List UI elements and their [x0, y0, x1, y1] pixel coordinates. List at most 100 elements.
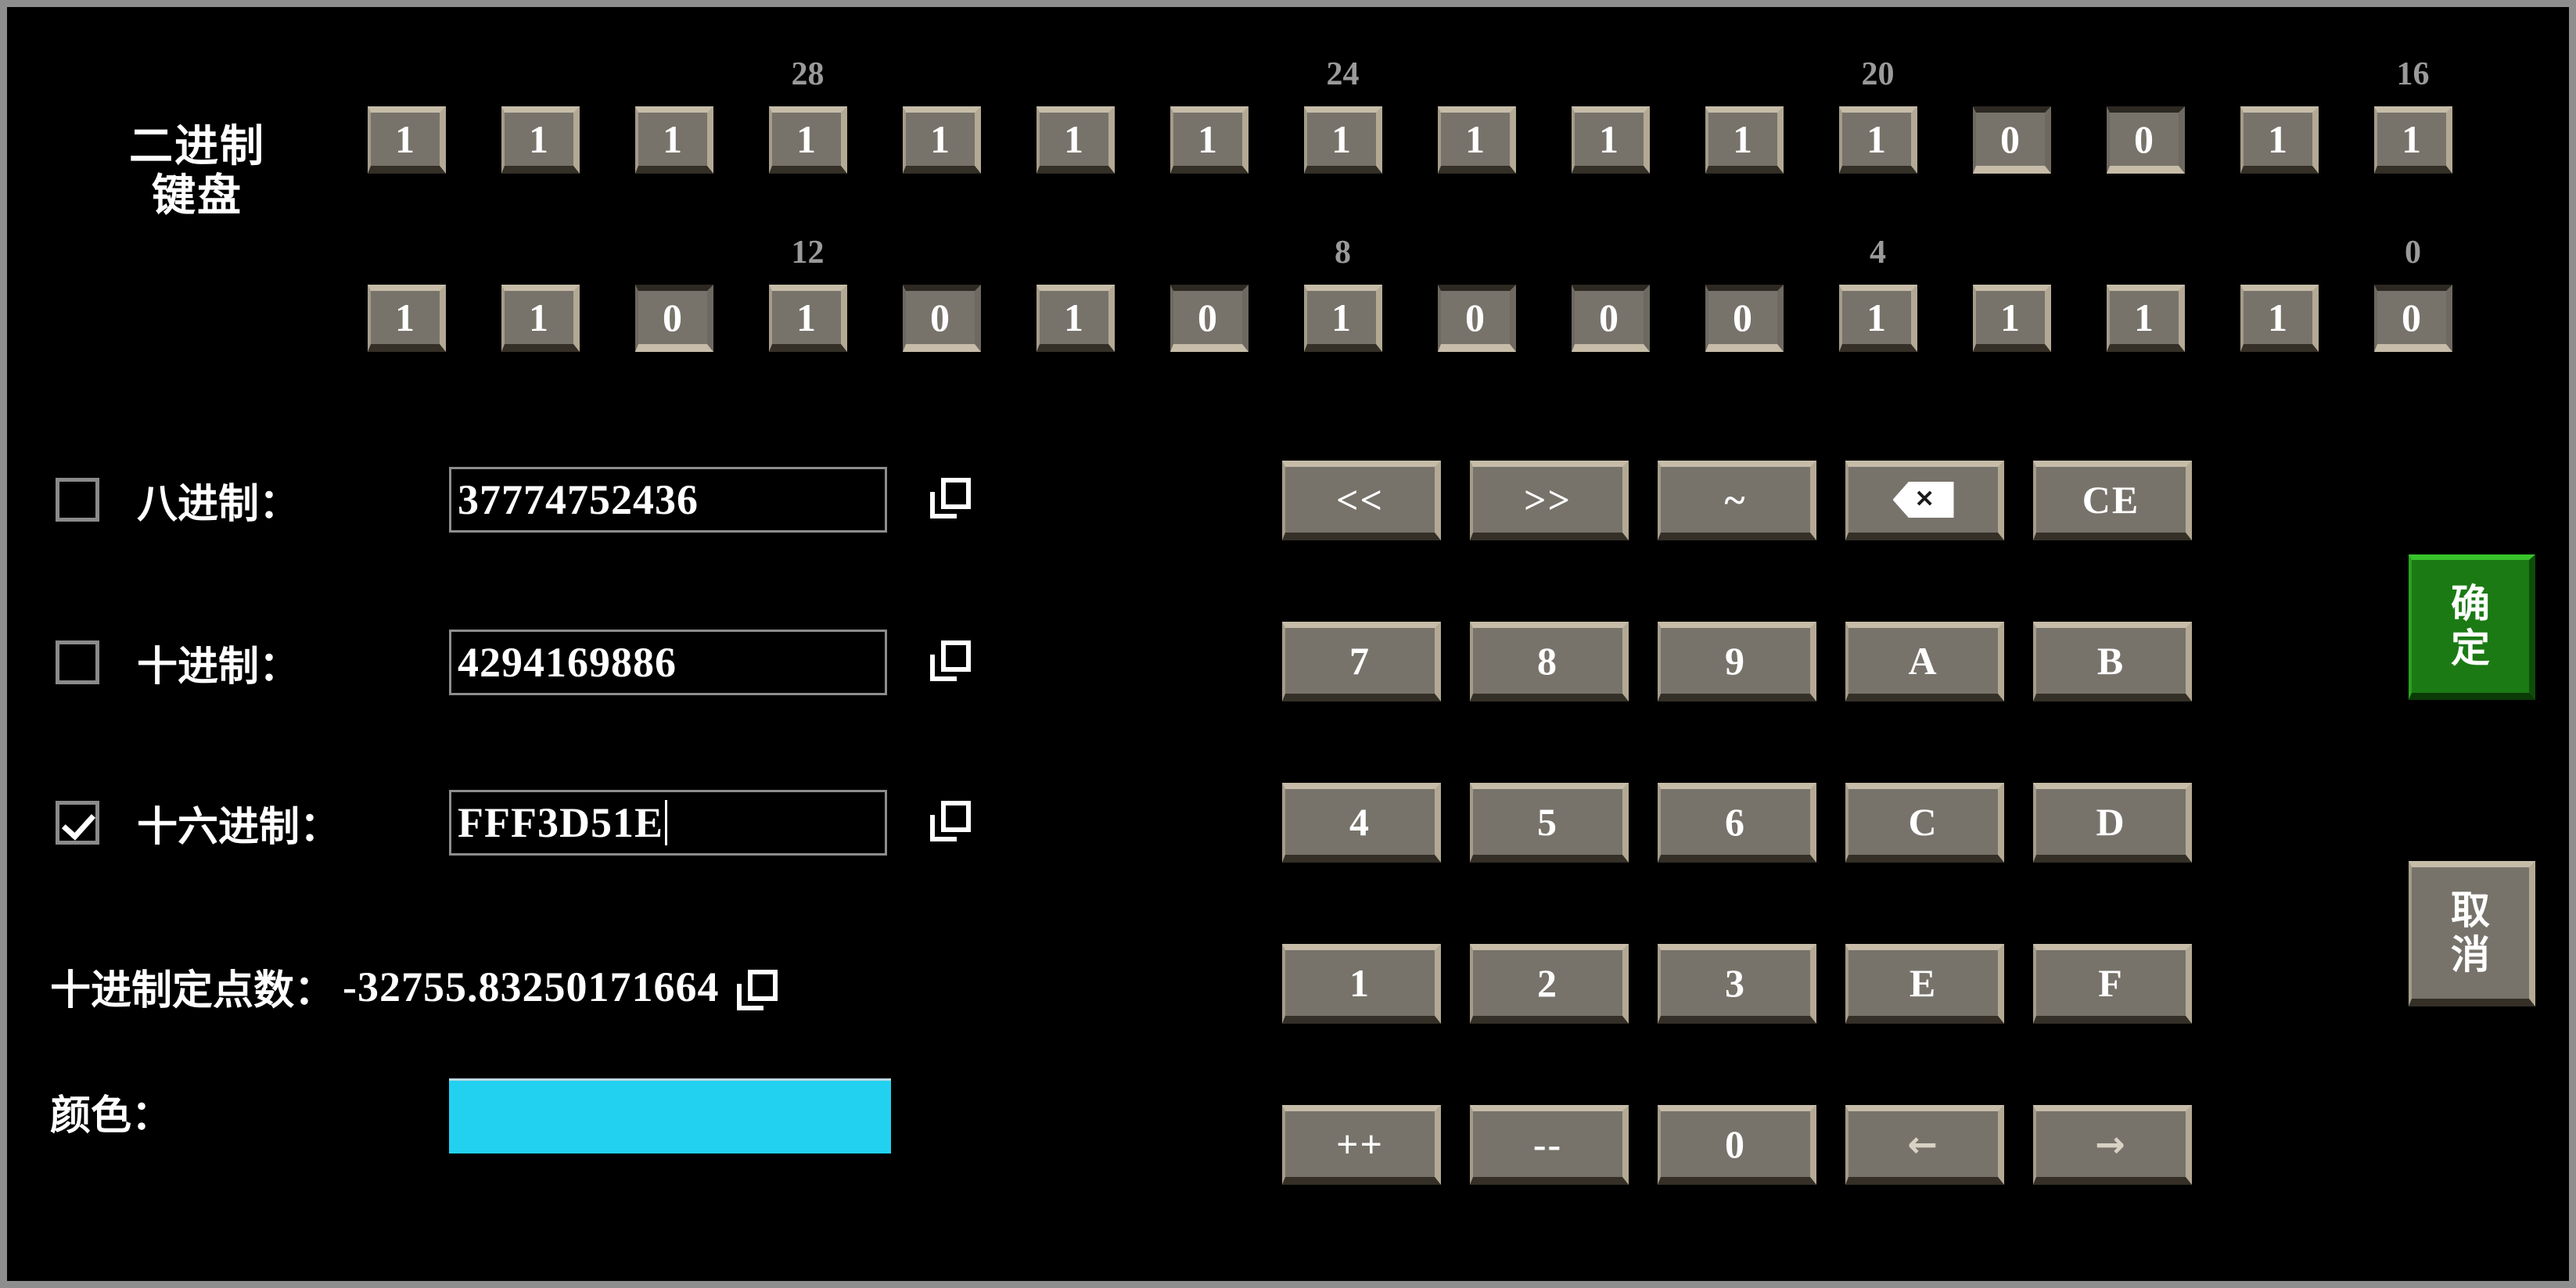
binary-bit-button[interactable]: 1 [1303, 285, 1382, 352]
confirm-button[interactable]: 确 定 [2409, 554, 2535, 700]
shift-right-button[interactable]: >> [1470, 461, 1629, 540]
binary-keyboard-title-line1: 二进制 [129, 121, 265, 172]
copy-icon-octal[interactable] [930, 478, 971, 518]
decrement-button[interactable]: -- [1470, 1105, 1629, 1185]
keypad-cell: 2 [1470, 944, 1658, 1105]
arrow-left-icon: ← [1907, 1123, 1939, 1165]
clear-entry-label: CE [2082, 478, 2140, 522]
key-3-button[interactable]: 3 [1658, 944, 1816, 1024]
copy-icon-decimal[interactable] [930, 640, 971, 681]
binary-bit-button[interactable]: 1 [1036, 285, 1115, 352]
bit-cell: 1 [473, 279, 607, 357]
binary-bit-button[interactable]: 1 [2240, 285, 2319, 352]
binary-bit-button[interactable]: 0 [1972, 106, 2051, 174]
decimal-row: 十进制： 4294169886 [7, 625, 971, 700]
binary-bit-button[interactable]: 1 [634, 106, 713, 174]
octal-input[interactable]: 37774752436 [449, 467, 887, 533]
binary-bit-button[interactable]: 1 [1437, 106, 1516, 174]
key-f-button[interactable]: F [2033, 944, 2192, 1024]
copy-icon-fixed-point[interactable] [736, 969, 778, 1010]
keypad-cell: -- [1470, 1105, 1658, 1266]
binary-bit-button[interactable]: 0 [902, 285, 981, 352]
value-fields-panel: 八进制： 37774752436 十进制： 4294169886 十六进制： F… [7, 445, 1227, 1281]
binary-bit-button[interactable]: 0 [2373, 285, 2452, 352]
binary-bit-button[interactable]: 1 [501, 106, 580, 174]
hex-input[interactable]: FFF3D51E [449, 790, 887, 856]
key-d-button[interactable]: D [2033, 783, 2192, 863]
keypad-cell: B [2033, 622, 2221, 783]
binary-bit-button[interactable]: 1 [1036, 106, 1115, 174]
octal-label: 八进制： [137, 480, 300, 528]
key-c-button[interactable]: C [1845, 783, 2004, 863]
keypad-cell: F [2033, 944, 2221, 1105]
octal-checkbox[interactable] [56, 478, 99, 522]
key-2-button[interactable]: 2 [1470, 944, 1629, 1024]
key-e-button[interactable]: E [1845, 944, 2004, 1024]
clear-entry-button[interactable]: CE [2033, 461, 2192, 540]
color-swatch[interactable] [449, 1078, 891, 1153]
binary-bit-button[interactable]: 1 [1972, 285, 2051, 352]
decimal-checkbox[interactable] [56, 640, 99, 684]
binary-bit-row-low: 1 1 0 12 1 0 1 0 8 1 0 0 0 4 1 1 1 1 0 0 [340, 235, 2480, 357]
key-6-button[interactable]: 6 [1658, 783, 1816, 863]
binary-bit-button[interactable]: 0 [1437, 285, 1516, 352]
binary-bit-button[interactable]: 1 [1571, 106, 1650, 174]
binary-bit-button[interactable]: 0 [634, 285, 713, 352]
decimal-input[interactable]: 4294169886 [449, 630, 887, 695]
key-4-label: 4 [1349, 800, 1371, 844]
binary-keyboard-title-line2: 键盘 [152, 170, 243, 221]
key-9-label: 9 [1725, 639, 1746, 683]
key-b-button[interactable]: B [2033, 622, 2192, 701]
binary-bit-row-high: 1 1 1 28 1 1 1 1 24 1 1 1 1 20 1 0 0 1 16 1 [340, 56, 2480, 179]
binary-bit-button[interactable]: 1 [1169, 106, 1248, 174]
bit-cell: 1 [1008, 101, 1142, 179]
bit-index-label: 0 [2405, 235, 2421, 271]
binary-bit-button[interactable]: 0 [1571, 285, 1650, 352]
bit-index-label: 16 [2396, 56, 2430, 92]
key-5-button[interactable]: 5 [1470, 783, 1629, 863]
binary-bit-button[interactable]: 1 [2373, 106, 2452, 174]
copy-icon-front [941, 640, 971, 672]
binary-bit-button[interactable]: 1 [501, 285, 580, 352]
confirm-label-line2: 定 [2451, 626, 2490, 671]
binary-bit-button[interactable]: 1 [1303, 106, 1382, 174]
binary-bit-button[interactable]: 1 [1705, 106, 1784, 174]
bit-cell: 1 [1142, 101, 1276, 179]
key-a-button[interactable]: A [1845, 622, 2004, 701]
key-1-button[interactable]: 1 [1282, 944, 1441, 1024]
bit-cell: 0 [875, 279, 1008, 357]
increment-button[interactable]: ++ [1282, 1105, 1441, 1185]
cursor-right-button[interactable]: → [2033, 1105, 2192, 1185]
cancel-button[interactable]: 取 消 [2409, 861, 2535, 1006]
binary-bit-button[interactable]: 1 [1838, 106, 1917, 174]
binary-bit-button[interactable]: 0 [1705, 285, 1784, 352]
key-f-label: F [2098, 961, 2124, 1005]
binary-bit-button[interactable]: 1 [902, 106, 981, 174]
key-0-button[interactable]: 0 [1658, 1105, 1816, 1185]
text-cursor [664, 800, 667, 845]
binary-bit-button[interactable]: 1 [768, 106, 847, 174]
bitwise-not-button[interactable]: ~ [1658, 461, 1816, 540]
binary-bit-button[interactable]: 1 [367, 285, 446, 352]
key-4-button[interactable]: 4 [1282, 783, 1441, 863]
hex-value: FFF3D51E [458, 799, 663, 846]
key-9-button[interactable]: 9 [1658, 622, 1816, 701]
hex-checkbox[interactable] [56, 801, 99, 845]
keypad-cell: 5 [1470, 783, 1658, 944]
binary-bit-button[interactable]: 1 [2106, 285, 2185, 352]
key-7-button[interactable]: 7 [1282, 622, 1441, 701]
binary-bit-button[interactable]: 1 [2240, 106, 2319, 174]
binary-bit-button[interactable]: 0 [1169, 285, 1248, 352]
copy-icon-hex[interactable] [930, 801, 971, 841]
fixed-point-label: 十进制定点数： [50, 967, 336, 1014]
backspace-button[interactable]: ✕ [1845, 461, 2004, 540]
binary-bit-button[interactable]: 0 [2106, 106, 2185, 174]
cursor-left-button[interactable]: ← [1845, 1105, 2004, 1185]
binary-bit-button[interactable]: 1 [367, 106, 446, 174]
key-8-button[interactable]: 8 [1470, 622, 1629, 701]
key-3-label: 3 [1725, 961, 1746, 1005]
binary-bit-button[interactable]: 1 [1838, 285, 1917, 352]
binary-bit-button[interactable]: 1 [768, 285, 847, 352]
shift-left-button[interactable]: << [1282, 461, 1441, 540]
keypad-cell: 9 [1658, 622, 1845, 783]
